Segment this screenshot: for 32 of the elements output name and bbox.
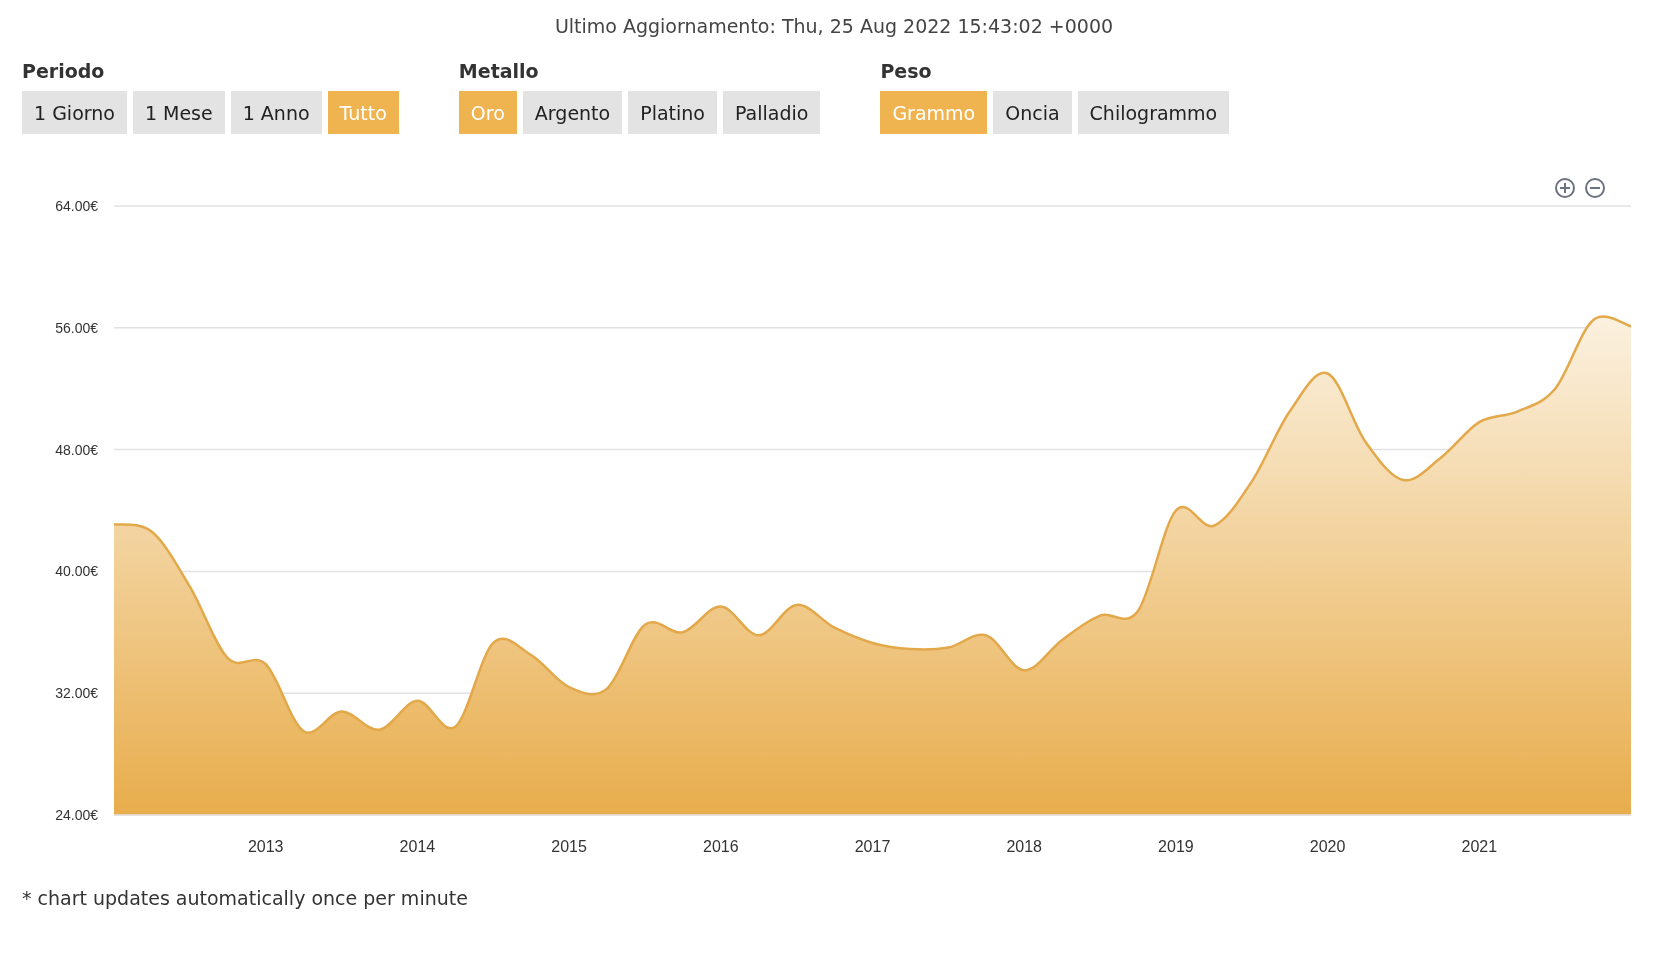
last-update-text: Ultimo Aggiornamento: Thu, 25 Aug 2022 15:43:02 +0000 <box>554 14 1114 38</box>
y-axis-label: 24.00€ <box>55 807 98 823</box>
plus-circle-icon <box>1554 177 1576 199</box>
filter-option[interactable]: Platino <box>628 91 717 134</box>
x-axis-label: 2017 <box>854 838 891 855</box>
zoom-out-button[interactable] <box>1584 177 1606 199</box>
filter-option[interactable]: Oncia <box>993 91 1072 134</box>
x-axis-label: 2020 <box>1309 838 1346 855</box>
x-axis-label: 2015 <box>551 838 587 855</box>
x-axis-label: 2013 <box>247 838 284 855</box>
filter-option[interactable]: 1 Mese <box>132 91 225 134</box>
x-axis-label: 2021 <box>1461 838 1498 855</box>
group-label: Peso <box>880 60 932 82</box>
x-axis-label: 2014 <box>399 838 436 855</box>
x-axis-label: 2016 <box>703 838 739 855</box>
footnote-text: * chart updates automatically once per minute <box>21 887 468 909</box>
group-label: Metallo <box>458 60 539 82</box>
x-axis-label: 2018 <box>1006 838 1042 855</box>
y-axis-label: 48.00€ <box>55 441 98 458</box>
filter-option[interactable]: Argento <box>522 91 623 134</box>
y-axis-label: 56.00€ <box>55 319 98 336</box>
x-axis-label: 2019 <box>1158 838 1194 855</box>
group-label: Periodo <box>22 60 105 82</box>
filter-option[interactable]: Chilogrammo <box>1077 91 1230 134</box>
filter-option[interactable]: Palladio <box>722 91 821 134</box>
filter-option[interactable]: 1 Giorno <box>22 91 127 134</box>
minus-circle-icon <box>1584 177 1606 199</box>
y-axis-label: 40.00€ <box>55 563 98 580</box>
zoom-in-button[interactable] <box>1554 177 1576 199</box>
filter-option[interactable]: 1 Anno <box>230 91 322 134</box>
y-axis-label: 64.00€ <box>55 198 98 214</box>
y-axis-label: 32.00€ <box>55 685 98 702</box>
